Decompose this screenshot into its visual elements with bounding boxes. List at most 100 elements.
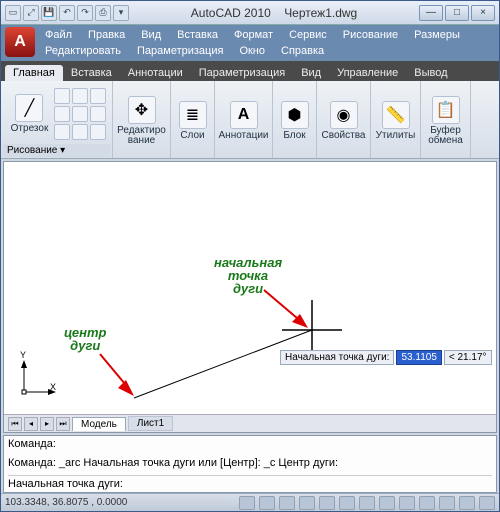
open-icon[interactable]: ⤢	[23, 5, 39, 21]
menu-format[interactable]: Формат	[226, 27, 281, 43]
menu-modify[interactable]: Редактировать	[37, 43, 129, 59]
menu-bar: A Файл Правка Вид Вставка Формат Сервис …	[1, 25, 499, 61]
cmd-line-1: Команда:	[8, 438, 492, 450]
dyn-toggle[interactable]	[359, 496, 375, 510]
model-tab[interactable]: Модель	[72, 417, 126, 431]
block-icon: ⬢	[281, 101, 309, 129]
annot-button[interactable]: AАннотации	[215, 99, 273, 143]
panel-draw-title[interactable]: Рисование ▾	[3, 144, 110, 157]
tab-home[interactable]: Главная	[5, 65, 63, 81]
status-more4[interactable]	[479, 496, 495, 510]
tab-param[interactable]: Параметризация	[191, 65, 293, 81]
menu-edit[interactable]: Правка	[80, 27, 133, 43]
menu-file[interactable]: Файл	[37, 27, 80, 43]
tab-nav-last[interactable]: ⏭	[56, 417, 70, 431]
menu-help[interactable]: Справка	[273, 43, 332, 59]
ribbon: ╱ Отрезок Рисование ▾ ✥Редактиро вание ≣…	[1, 81, 499, 159]
layers-button[interactable]: ≣Слои	[175, 99, 211, 143]
props-button[interactable]: ◉Свойства	[318, 99, 370, 143]
panel-clip: 📋Буфер обмена	[421, 81, 471, 158]
dyn-distance-input[interactable]: 53.1105	[396, 350, 441, 365]
modify-button[interactable]: ✥Редактиро вание	[113, 94, 170, 148]
menu-draw[interactable]: Рисование	[335, 27, 406, 43]
drawing-area[interactable]: X Y начальная точка дуги центр дуги Нача…	[3, 161, 497, 433]
osnap-toggle[interactable]	[319, 496, 335, 510]
lwt-toggle[interactable]	[379, 496, 395, 510]
close-button[interactable]: ×	[471, 5, 495, 21]
layers-icon: ≣	[179, 101, 207, 129]
panel-props: ◉Свойства	[317, 81, 371, 158]
tab-nav-next[interactable]: ▸	[40, 417, 54, 431]
polar-toggle[interactable]	[299, 496, 315, 510]
ucs-icon: X Y	[18, 358, 58, 400]
status-more[interactable]	[419, 496, 435, 510]
tab-output[interactable]: Вывод	[406, 65, 455, 81]
panel-layers: ≣Слои	[171, 81, 215, 158]
menu-dim[interactable]: Размеры	[406, 27, 468, 43]
coordinates: 103.3348, 36.8075 , 0.0000	[5, 497, 127, 508]
panel-draw: ╱ Отрезок Рисование ▾	[1, 81, 113, 158]
arrow-center	[100, 354, 150, 404]
tab-nav-prev[interactable]: ◂	[24, 417, 38, 431]
draw-flyout-grid[interactable]	[54, 88, 106, 140]
status-more3[interactable]	[459, 496, 475, 510]
window-title: AutoCAD 2010 Чертеж1.dwg	[129, 6, 419, 20]
command-window[interactable]: Команда: Команда: _arc Начальная точка д…	[3, 435, 497, 493]
line-icon: ╱	[15, 94, 43, 122]
qat-more-icon[interactable]: ▾	[113, 5, 129, 21]
move-icon: ✥	[128, 96, 156, 124]
text-icon: A	[230, 101, 258, 129]
panel-block: ⬢Блок	[273, 81, 317, 158]
panel-annot: AАннотации	[215, 81, 273, 158]
block-button[interactable]: ⬢Блок	[277, 99, 313, 143]
clipboard-icon: 📋	[432, 96, 460, 124]
menu-param[interactable]: Параметризация	[129, 43, 231, 59]
panel-util: 📏Утилиты	[371, 81, 421, 158]
arrow-start	[264, 290, 324, 340]
window-controls: — □ ×	[419, 5, 495, 21]
ortho-toggle[interactable]	[279, 496, 295, 510]
title-bar: ▭ ⤢ 💾 ↶ ↷ ⎙ ▾ AutoCAD 2010 Чертеж1.dwg —…	[1, 1, 499, 25]
line-button[interactable]: ╱ Отрезок	[7, 92, 53, 136]
cmd-line-2: Команда: _arc Начальная точка дуги или […	[8, 457, 492, 469]
label-center: центр дуги	[64, 326, 107, 352]
util-button[interactable]: 📏Утилиты	[372, 99, 420, 143]
menu-insert[interactable]: Вставка	[169, 27, 226, 43]
measure-icon: 📏	[382, 101, 410, 129]
tab-annot[interactable]: Аннотации	[120, 65, 191, 81]
layout-tabs: ⏮ ◂ ▸ ⏭ Модель Лист1	[4, 414, 496, 432]
panel-modify: ✥Редактиро вание	[113, 81, 171, 158]
tab-nav-first[interactable]: ⏮	[8, 417, 22, 431]
model-toggle[interactable]	[399, 496, 415, 510]
tab-insert[interactable]: Вставка	[63, 65, 120, 81]
status-more2[interactable]	[439, 496, 455, 510]
menu-view[interactable]: Вид	[133, 27, 169, 43]
snap-toggle[interactable]	[239, 496, 255, 510]
sheet-tab[interactable]: Лист1	[128, 416, 173, 431]
redo-icon[interactable]: ↷	[77, 5, 93, 21]
otrack-toggle[interactable]	[339, 496, 355, 510]
ribbon-tabs: Главная Вставка Аннотации Параметризация…	[1, 61, 499, 81]
minimize-button[interactable]: —	[419, 5, 443, 21]
props-icon: ◉	[330, 101, 358, 129]
dyn-angle: < 21.17°	[444, 350, 492, 365]
status-bar: 103.3348, 36.8075 , 0.0000	[1, 493, 499, 511]
canvas-svg	[4, 162, 496, 432]
maximize-button[interactable]: □	[445, 5, 469, 21]
dynamic-input: Начальная точка дуги: 53.1105 < 21.17°	[280, 350, 492, 365]
cmd-prompt[interactable]: Начальная точка дуги:	[8, 475, 492, 490]
tab-manage[interactable]: Управление	[329, 65, 406, 81]
dyn-label: Начальная точка дуги:	[280, 350, 394, 365]
save-icon[interactable]: 💾	[41, 5, 57, 21]
new-icon[interactable]: ▭	[5, 5, 21, 21]
menu-window[interactable]: Окно	[231, 43, 273, 59]
app-logo[interactable]: A	[5, 27, 35, 57]
undo-icon[interactable]: ↶	[59, 5, 75, 21]
clip-button[interactable]: 📋Буфер обмена	[424, 94, 467, 148]
app-window: ▭ ⤢ 💾 ↶ ↷ ⎙ ▾ AutoCAD 2010 Чертеж1.dwg —…	[0, 0, 500, 512]
quick-access-toolbar: ▭ ⤢ 💾 ↶ ↷ ⎙ ▾	[5, 5, 129, 21]
menu-service[interactable]: Сервис	[281, 27, 335, 43]
grid-toggle[interactable]	[259, 496, 275, 510]
tab-view[interactable]: Вид	[293, 65, 329, 81]
print-icon[interactable]: ⎙	[95, 5, 111, 21]
